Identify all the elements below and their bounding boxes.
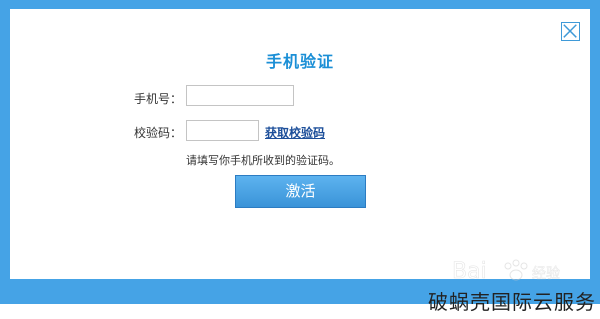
brand-watermark-text: 破蜗壳国际云服务 xyxy=(428,290,596,314)
code-input[interactable] xyxy=(186,120,259,141)
phone-input[interactable] xyxy=(186,85,294,106)
close-button[interactable] xyxy=(561,22,580,41)
svg-text:Bai: Bai xyxy=(452,259,487,284)
dialog-title: 手机验证 xyxy=(265,52,334,71)
code-label: 校验码： xyxy=(134,126,183,140)
get-code-link[interactable]: 获取校验码 xyxy=(265,124,325,141)
hint-text: 请填写你手机所收到的验证码。 xyxy=(186,154,340,167)
activate-button[interactable]: 激活 xyxy=(235,175,366,208)
baidu-paw-watermark-icon: Bai 经验 xyxy=(452,259,560,284)
phone-label: 手机号： xyxy=(134,92,183,106)
svg-text:经验: 经验 xyxy=(532,266,560,282)
close-icon xyxy=(563,24,577,38)
